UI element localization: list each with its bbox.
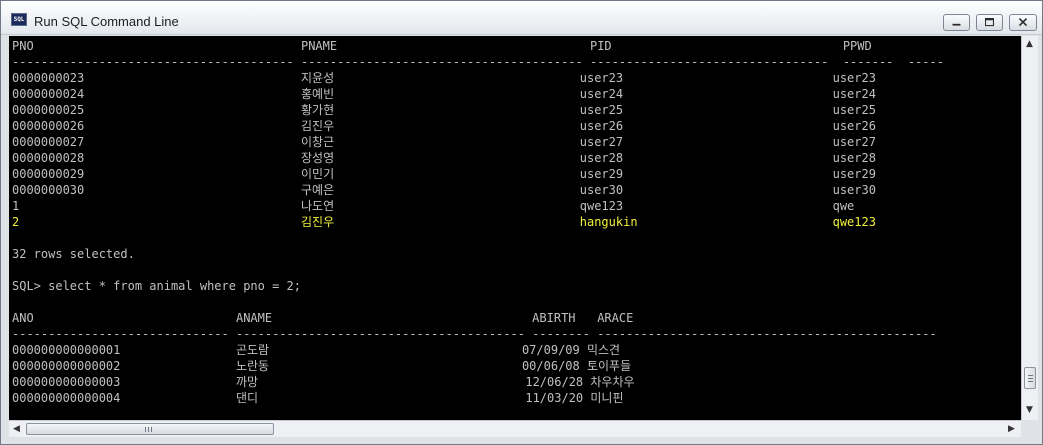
console-line: 000000000000002 노란동 00/06/08 토이푸들 <box>12 359 632 373</box>
horizontal-scroll-thumb[interactable] <box>26 423 274 435</box>
title-bar[interactable]: SQL Run SQL Command Line <box>1 1 1042 35</box>
console-line: 0000000028 장성영 user28 user28 <box>12 151 876 165</box>
close-button[interactable] <box>1009 14 1037 31</box>
console-line: 000000000000001 곤도람 07/09/09 믹스견 <box>12 343 621 357</box>
vertical-scrollbar[interactable]: ▲ ▼ <box>1021 36 1038 420</box>
console-line: 000000000000004 댄디 11/03/20 미니핀 <box>12 391 624 405</box>
scroll-left-arrow-icon[interactable]: ◀ <box>13 424 20 434</box>
console-line: ------------------------------ ---------… <box>12 327 937 341</box>
minimize-icon <box>952 23 961 26</box>
console-line: 0000000026 김진우 user26 user26 <box>12 119 876 133</box>
console-line: 000000000000003 까망 12/06/28 차우차우 <box>12 375 635 389</box>
console-line: 0000000030 구예은 user30 user30 <box>12 183 876 197</box>
scrollbar-corner <box>1021 420 1038 437</box>
maximize-button[interactable] <box>976 14 1003 31</box>
scroll-up-arrow-icon[interactable]: ▲ <box>1026 39 1033 49</box>
minimize-button[interactable] <box>943 14 970 31</box>
console-line: 2 김진우 hangukin qwe123 <box>12 215 876 229</box>
window-title: Run SQL Command Line <box>34 14 179 29</box>
console-line: 0000000025 황가현 user25 user25 <box>12 103 876 117</box>
console-line: 0000000023 지윤성 user23 user23 <box>12 71 876 85</box>
sql-command-line-window: SQL Run SQL Command Line PNO PNAME PID P… <box>0 0 1043 445</box>
scroll-down-arrow-icon[interactable]: ▼ <box>1026 405 1033 415</box>
close-icon <box>1018 17 1028 27</box>
console-line: 32 rows selected. <box>12 247 135 261</box>
console-line: 1 나도연 qwe123 qwe <box>12 199 855 213</box>
sqlplus-app-icon: SQL <box>11 13 27 26</box>
console-line: PNO PNAME PID PPWD <box>12 39 872 53</box>
console-line: SQL> select * from animal where pno = 2; <box>12 279 301 293</box>
console-line: 0000000029 이민기 user29 user29 <box>12 167 876 181</box>
console-line: ANO ANAME ABIRTH ARACE <box>12 311 634 325</box>
console-line: 0000000024 홍예빈 user24 user24 <box>12 87 876 101</box>
console-line: 0000000027 이창근 user27 user27 <box>12 135 876 149</box>
console-line: --------------------------------------- … <box>12 55 944 69</box>
vertical-scroll-thumb[interactable] <box>1024 367 1036 389</box>
console-output[interactable]: PNO PNAME PID PPWD ----------------------… <box>9 36 1021 420</box>
horizontal-scrollbar[interactable]: ◀ ▶ <box>9 420 1021 437</box>
scroll-right-arrow-icon[interactable]: ▶ <box>1008 424 1015 434</box>
maximize-icon <box>985 18 994 27</box>
